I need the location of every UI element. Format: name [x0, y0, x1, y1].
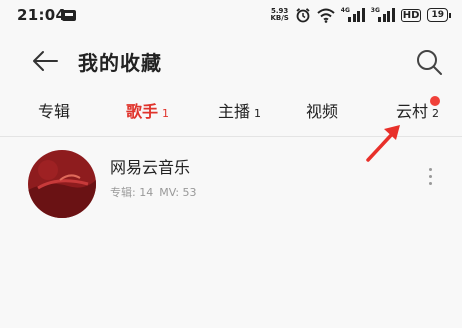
top-app-bar: 我的收藏 — [0, 38, 462, 84]
artist-name: 网易云音乐 — [110, 158, 191, 177]
status-indicators: 5.93 KB/S 4G 3G HD 19 — [270, 6, 451, 24]
tab-count: 1 — [162, 107, 170, 120]
message-icon — [62, 10, 76, 21]
status-time: 21:04 — [17, 6, 67, 24]
tab-hosts[interactable]: 主播 1 — [218, 98, 261, 122]
notification-badge — [430, 96, 440, 106]
wifi-icon — [317, 8, 335, 23]
tab-label: 专辑 — [38, 102, 71, 121]
status-bar: 21:04 5.93 KB/S 4G 3G HD 19 — [0, 0, 462, 30]
signal-icon: 4G — [341, 7, 365, 23]
tab-artists[interactable]: 歌手 1 — [126, 98, 169, 122]
album-count: 专辑: 14 — [110, 186, 154, 199]
alarm-icon — [296, 8, 310, 23]
avatar — [28, 150, 96, 218]
tab-label: 视频 — [306, 102, 339, 121]
tab-videos[interactable]: 视频 — [306, 98, 338, 122]
signal-icon: 3G — [371, 7, 395, 23]
tab-label: 云村 — [396, 102, 429, 121]
tab-label: 主播 — [218, 102, 251, 121]
hd-voice-icon: HD — [400, 8, 422, 22]
back-arrow-icon[interactable] — [30, 46, 60, 76]
tab-count: 2 — [432, 107, 440, 120]
tab-count: 1 — [254, 107, 262, 120]
battery-icon: 19 — [427, 8, 451, 22]
search-icon[interactable] — [414, 47, 444, 77]
mv-count: MV: 53 — [159, 186, 197, 199]
list-item[interactable]: 网易云音乐 专辑: 14 MV: 53 — [0, 142, 462, 218]
network-speed: 5.93 KB/S — [270, 8, 288, 22]
tab-albums[interactable]: 专辑 — [38, 98, 70, 122]
tab-label: 歌手 — [126, 102, 159, 121]
artist-meta: 专辑: 14 MV: 53 — [110, 184, 203, 200]
more-options-icon[interactable] — [420, 168, 440, 192]
page-title: 我的收藏 — [78, 51, 162, 75]
network-speed-unit: KB/S — [270, 14, 289, 22]
